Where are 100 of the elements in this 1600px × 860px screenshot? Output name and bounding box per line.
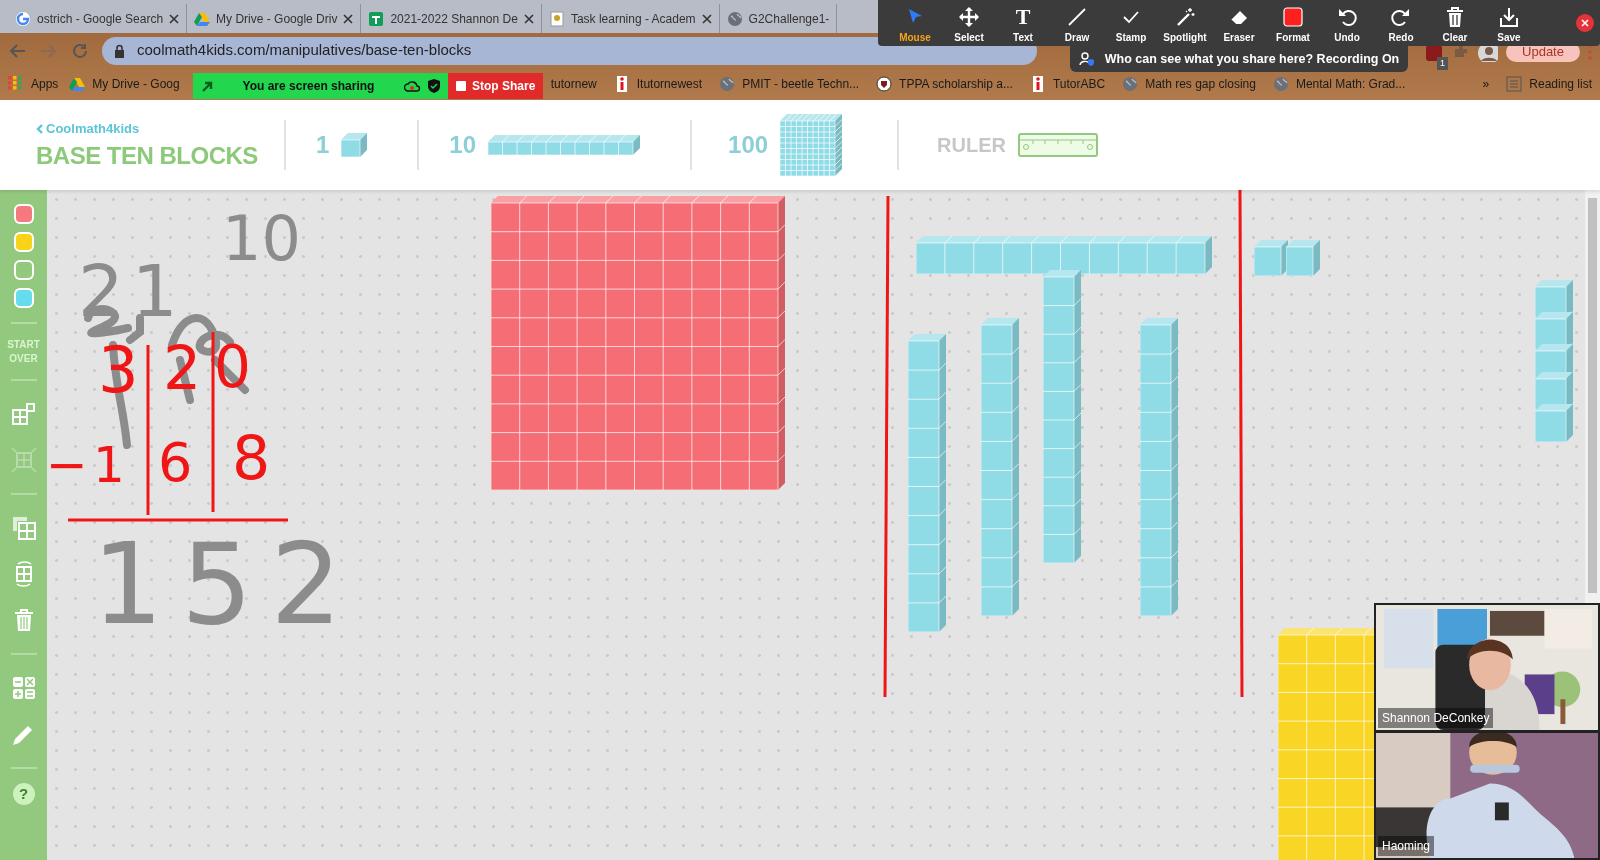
- arrange-blocks-icon: [10, 401, 37, 427]
- extension-badge: 1: [1437, 56, 1448, 70]
- ten-rod[interactable]: [916, 236, 1212, 274]
- globe-icon: [1272, 76, 1289, 92]
- toolbar-button[interactable]: Undo: [1320, 1, 1374, 45]
- spreadsheet-icon: [368, 10, 385, 27]
- handwritten-number: 1: [93, 440, 125, 490]
- browser-tab[interactable]: ostrich - Google Search: [8, 4, 188, 33]
- help-button[interactable]: ?: [12, 783, 35, 805]
- toolbar-button[interactable]: Clear: [1428, 1, 1482, 45]
- crest-icon: [876, 76, 893, 92]
- handwritten-number: 6: [158, 436, 193, 490]
- stop-share-button[interactable]: Stop Share: [448, 73, 544, 99]
- color-swatch[interactable]: [13, 260, 34, 280]
- toolbar-button[interactable]: Spotlight: [1158, 1, 1212, 45]
- cube-icon: [341, 133, 368, 157]
- unit-cube[interactable]: [1254, 240, 1288, 276]
- handwritten-number: 0: [214, 338, 251, 396]
- browser-tab[interactable]: 2021-2022 Shannon De: [361, 4, 542, 33]
- bookmark[interactable]: TPPA scholarship a...: [876, 75, 1013, 93]
- trash-icon: [1444, 5, 1466, 28]
- ten-rod[interactable]: [981, 318, 1019, 616]
- bookmark[interactable]: TutorABC: [1029, 75, 1106, 93]
- handwritten-number: −: [47, 440, 88, 490]
- toolbar-button[interactable]: Save: [1482, 1, 1536, 45]
- arrange-blocks-button[interactable]: [10, 401, 37, 427]
- flat-icon: [780, 114, 843, 176]
- more-bookmarks-button[interactable]: »: [1482, 75, 1490, 93]
- handwritten-number: 10: [222, 208, 301, 270]
- app-title: BASE TEN BLOCKS: [36, 140, 259, 171]
- globe-icon: [1122, 76, 1139, 92]
- handwritten-number: 3: [98, 338, 139, 402]
- browser-tab[interactable]: Task learning - Academ: [541, 4, 720, 33]
- list-icon: [1506, 76, 1523, 92]
- bookmark[interactable]: Apps: [8, 75, 59, 93]
- line-icon: [1066, 5, 1088, 28]
- drive-icon: [69, 76, 86, 92]
- toolbar-button[interactable]: Stamp: [1104, 1, 1158, 45]
- reload-icon[interactable]: [72, 42, 88, 59]
- color-swatch[interactable]: [13, 232, 34, 252]
- forward-icon[interactable]: [40, 42, 58, 59]
- ten-rod[interactable]: [908, 334, 946, 632]
- bookmark[interactable]: Mental Math: Grad...: [1272, 75, 1406, 93]
- toolbar-button[interactable]: Eraser: [1212, 1, 1266, 45]
- more-icon[interactable]: [1588, 44, 1592, 60]
- bookmark[interactable]: My Drive - Goog: [69, 75, 180, 93]
- duplicate-icon: [10, 515, 37, 541]
- close-icon[interactable]: [523, 13, 534, 24]
- back-icon[interactable]: [8, 42, 26, 59]
- hundred-flat[interactable]: [1278, 628, 1374, 860]
- calculator-icon: [10, 675, 37, 701]
- drive-icon: [194, 10, 211, 27]
- globe-icon: [726, 10, 743, 27]
- google-icon: [15, 10, 31, 27]
- move-icon: [958, 5, 980, 28]
- toolbar-button[interactable]: Format: [1266, 1, 1320, 45]
- unit-cube[interactable]: [1535, 404, 1573, 442]
- calculator-button[interactable]: [10, 675, 37, 701]
- browser-tab[interactable]: G2Challenge1-: [719, 4, 838, 33]
- handwritten-number: 152: [92, 528, 360, 640]
- participant-name: Shannon DeConkey: [1378, 708, 1494, 728]
- color-swatch[interactable]: [13, 288, 34, 308]
- stop-icon: [456, 81, 466, 91]
- apps-icon: [8, 76, 24, 92]
- globe-icon: [719, 76, 736, 92]
- participant-name: Haoming: [1378, 836, 1435, 856]
- toolbar-button[interactable]: Redo: [1374, 1, 1428, 45]
- unit-cube[interactable]: [1286, 240, 1320, 276]
- reading-list-button[interactable]: Reading list: [1506, 75, 1592, 93]
- handwritten-number: 8: [232, 428, 271, 488]
- bookmark[interactable]: Itutornewest: [613, 75, 703, 93]
- recording-notice: Who can see what you share here? Recording On: [1070, 46, 1408, 72]
- bookmark[interactable]: PMIT - beetle Techn...: [719, 75, 860, 93]
- ten-rod[interactable]: [1140, 318, 1178, 616]
- rod-icon: [488, 135, 641, 155]
- shield-icon: [428, 79, 440, 93]
- download-icon: [1498, 5, 1520, 28]
- cloud-icon: [404, 80, 420, 92]
- toolbar-button[interactable]: Draw: [1050, 1, 1104, 45]
- close-icon: [1581, 19, 1589, 27]
- lock-icon: [114, 43, 125, 58]
- browser-tab[interactable]: My Drive - Google Driv: [187, 4, 362, 33]
- close-button[interactable]: [1576, 14, 1594, 32]
- arrow-icon: [201, 80, 213, 92]
- bookmark[interactable]: tutornew: [550, 75, 597, 93]
- handwritten-number: 2: [163, 338, 202, 398]
- ruler-icon: [1018, 133, 1098, 157]
- sharing-banner: You are screen sharing: [193, 73, 448, 99]
- hundred-flat[interactable]: [491, 196, 785, 490]
- document-icon: [548, 10, 565, 27]
- duplicate-button[interactable]: [10, 515, 37, 541]
- close-icon[interactable]: [169, 13, 180, 24]
- close-icon[interactable]: [701, 13, 712, 24]
- ten-rod[interactable]: [1043, 270, 1081, 563]
- color-swatch-icon: [1282, 5, 1304, 28]
- scrollbar-thumb[interactable]: [1588, 198, 1597, 593]
- person-shield-icon: [1078, 51, 1095, 67]
- color-swatch[interactable]: [13, 204, 34, 224]
- bookmark[interactable]: Math res gap closing: [1122, 75, 1256, 93]
- close-icon[interactable]: [343, 13, 354, 24]
